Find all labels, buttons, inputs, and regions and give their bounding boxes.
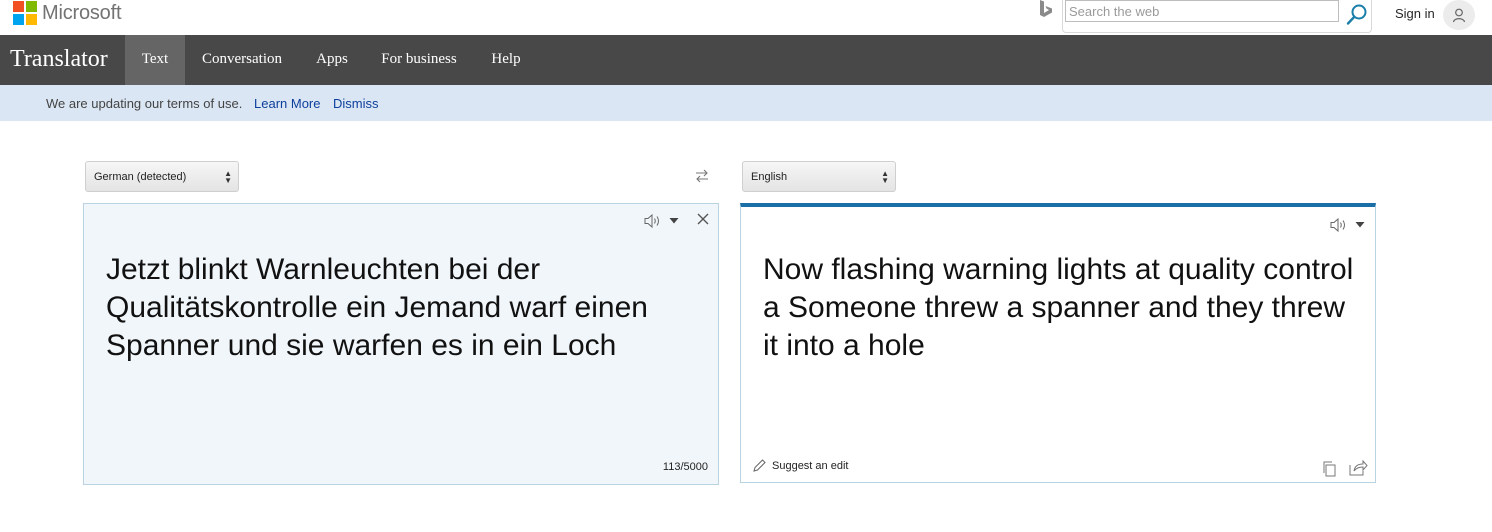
- target-language-select[interactable]: English ▲ ▼: [742, 161, 896, 192]
- translated-text: Now flashing warning lights at quality c…: [763, 253, 1354, 362]
- nav-bar: Translator Text Conversation Apps For bu…: [0, 35, 1492, 85]
- speaker-icon[interactable]: [1329, 217, 1349, 233]
- swap-icon[interactable]: [694, 168, 710, 184]
- suggest-edit-button[interactable]: Suggest an edit: [751, 458, 848, 474]
- pencil-icon: [753, 459, 766, 472]
- microsoft-wordmark: Microsoft: [42, 1, 122, 24]
- notice-text: We are updating our terms of use.: [46, 96, 243, 111]
- microsoft-logo[interactable]: Microsoft: [13, 1, 122, 25]
- target-language-label: English: [751, 171, 788, 183]
- top-bar: Microsoft Sign in: [0, 0, 1492, 35]
- learn-more-link[interactable]: Learn More: [254, 96, 320, 111]
- search-input[interactable]: [1065, 0, 1339, 22]
- translator-brand[interactable]: Translator: [10, 46, 108, 73]
- select-arrows-icon: ▲ ▼: [224, 169, 232, 185]
- dismiss-link[interactable]: Dismiss: [333, 96, 379, 111]
- user-avatar[interactable]: [1443, 0, 1475, 30]
- translation-panel: Now flashing warning lights at quality c…: [740, 203, 1376, 483]
- tab-conversation[interactable]: Conversation: [188, 35, 296, 85]
- bing-icon: [1040, 0, 1052, 17]
- search-box: [1062, 0, 1372, 33]
- tab-apps[interactable]: Apps: [306, 35, 358, 85]
- tab-help[interactable]: Help: [480, 35, 532, 85]
- search-icon[interactable]: [1345, 3, 1369, 27]
- tab-for-business[interactable]: For business: [371, 35, 467, 85]
- select-arrows-icon: ▲ ▼: [881, 169, 889, 185]
- sign-in-link[interactable]: Sign in: [1395, 6, 1435, 21]
- copy-icon[interactable]: [1321, 460, 1337, 478]
- tab-text[interactable]: Text: [125, 35, 185, 85]
- source-text-panel: Jetzt blinkt Warnleuchten bei der Qualit…: [83, 203, 719, 485]
- user-icon: [1452, 8, 1466, 23]
- terms-notice: We are updating our terms of use. Learn …: [0, 85, 1492, 121]
- source-language-label: German (detected): [94, 171, 187, 183]
- source-text[interactable]: Jetzt blinkt Warnleuchten bei der Qualit…: [106, 251, 696, 365]
- speaker-icon[interactable]: [643, 213, 663, 229]
- suggest-edit-label: Suggest an edit: [772, 460, 849, 472]
- source-language-select[interactable]: German (detected) ▲ ▼: [85, 161, 239, 192]
- dropdown-icon[interactable]: [1355, 221, 1365, 229]
- dropdown-icon[interactable]: [669, 217, 679, 225]
- share-icon[interactable]: [1348, 459, 1368, 477]
- microsoft-logo-icon: [13, 1, 37, 25]
- character-count: 113/5000: [662, 461, 708, 473]
- close-icon[interactable]: [697, 213, 709, 225]
